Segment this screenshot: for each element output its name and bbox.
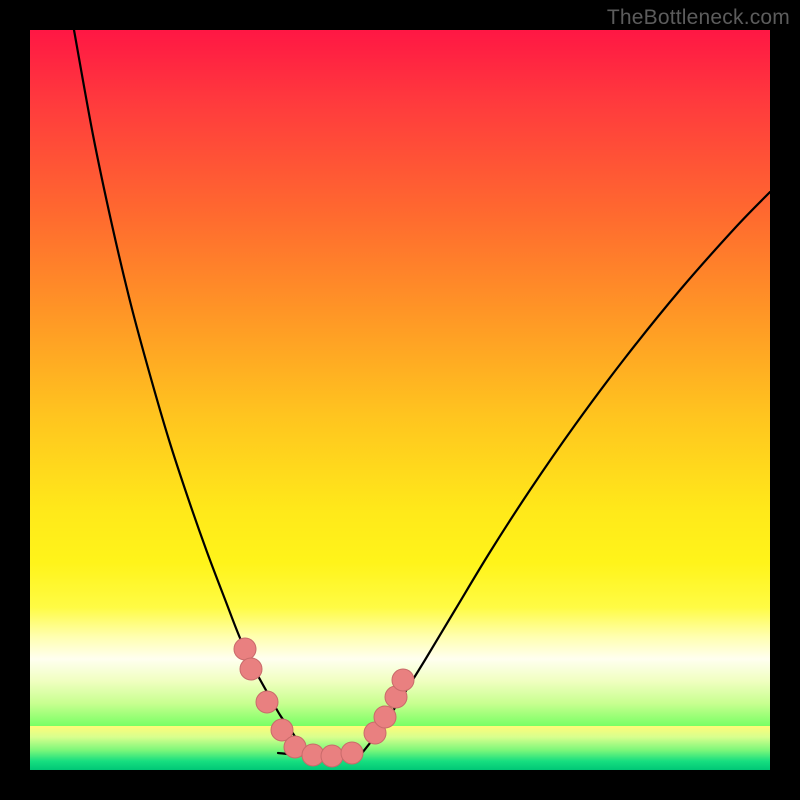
curve-left-curve [74,30,307,755]
marker-point-6 [321,745,343,767]
marker-point-7 [341,742,363,764]
watermark-text: TheBottleneck.com [607,6,790,30]
marker-group [234,638,414,767]
marker-point-0 [234,638,256,660]
chart-svg [30,30,770,770]
marker-point-11 [392,669,414,691]
curve-right-curve [362,192,770,753]
curve-group [74,30,770,756]
marker-point-2 [256,691,278,713]
marker-point-9 [374,706,396,728]
marker-point-1 [240,658,262,680]
